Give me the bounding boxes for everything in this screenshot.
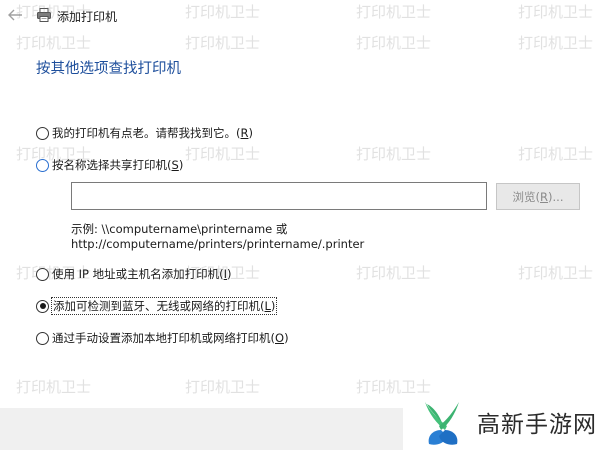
radio-button[interactable]: [36, 158, 49, 172]
radio-button[interactable]: [36, 331, 49, 345]
title-bar: 添加打印机: [0, 0, 600, 30]
watermark: 打印机卫士: [356, 145, 432, 163]
option-bluetooth-wireless-network[interactable]: 添加可检测到蓝牙、无线或网络的打印机(L): [36, 297, 278, 315]
leaf-logo-icon: [425, 402, 459, 445]
watermark: 打印机卫士: [518, 34, 594, 52]
logo-text: 高新手游网: [477, 412, 597, 438]
option-ip-hostname[interactable]: 使用 IP 地址或主机名添加打印机(I): [36, 265, 232, 283]
watermark: 打印机卫士: [185, 145, 261, 163]
watermark: 打印机卫士: [518, 145, 594, 163]
option-label: 按名称选择共享打印机(S): [52, 158, 184, 172]
option-manual-local-network[interactable]: 通过手动设置添加本地打印机或网络打印机(O): [36, 329, 289, 347]
radio-button[interactable]: [36, 267, 49, 281]
back-arrow-icon[interactable]: [6, 7, 24, 23]
page-heading: 按其他选项查找打印机: [36, 61, 181, 77]
option-old-printer[interactable]: 我的打印机有点老。请帮我找到它。(R): [36, 124, 253, 142]
printer-name-input[interactable]: [71, 182, 487, 210]
watermark: 打印机卫士: [185, 34, 261, 52]
watermark: 打印机卫士: [16, 34, 92, 52]
radio-button[interactable]: [36, 126, 49, 140]
example-line-1: 示例: \\computername\printername 或: [71, 222, 288, 236]
option-label: 使用 IP 地址或主机名添加打印机(I): [52, 267, 232, 281]
option-label: 我的打印机有点老。请帮我找到它。(R): [52, 126, 253, 140]
watermark: 打印机卫士: [356, 264, 432, 282]
watermark: 打印机卫士: [185, 378, 261, 396]
watermark: 打印机卫士: [356, 34, 432, 52]
example-line-2: http://computername/printers/printername…: [71, 237, 365, 251]
browse-button[interactable]: 浏览(R)...: [496, 183, 580, 210]
option-label: 添加可检测到蓝牙、无线或网络的打印机(L): [50, 297, 278, 315]
printer-icon: [37, 8, 51, 22]
radio-button-selected[interactable]: [36, 299, 49, 313]
watermark: 打印机卫士: [518, 264, 594, 282]
option-shared-printer-by-name[interactable]: 按名称选择共享打印机(S): [36, 156, 183, 174]
site-logo: 高新手游网: [403, 394, 600, 450]
watermark: 打印机卫士: [16, 378, 92, 396]
option-label: 通过手动设置添加本地打印机或网络打印机(O): [52, 331, 289, 345]
window-title: 添加打印机: [57, 10, 118, 24]
